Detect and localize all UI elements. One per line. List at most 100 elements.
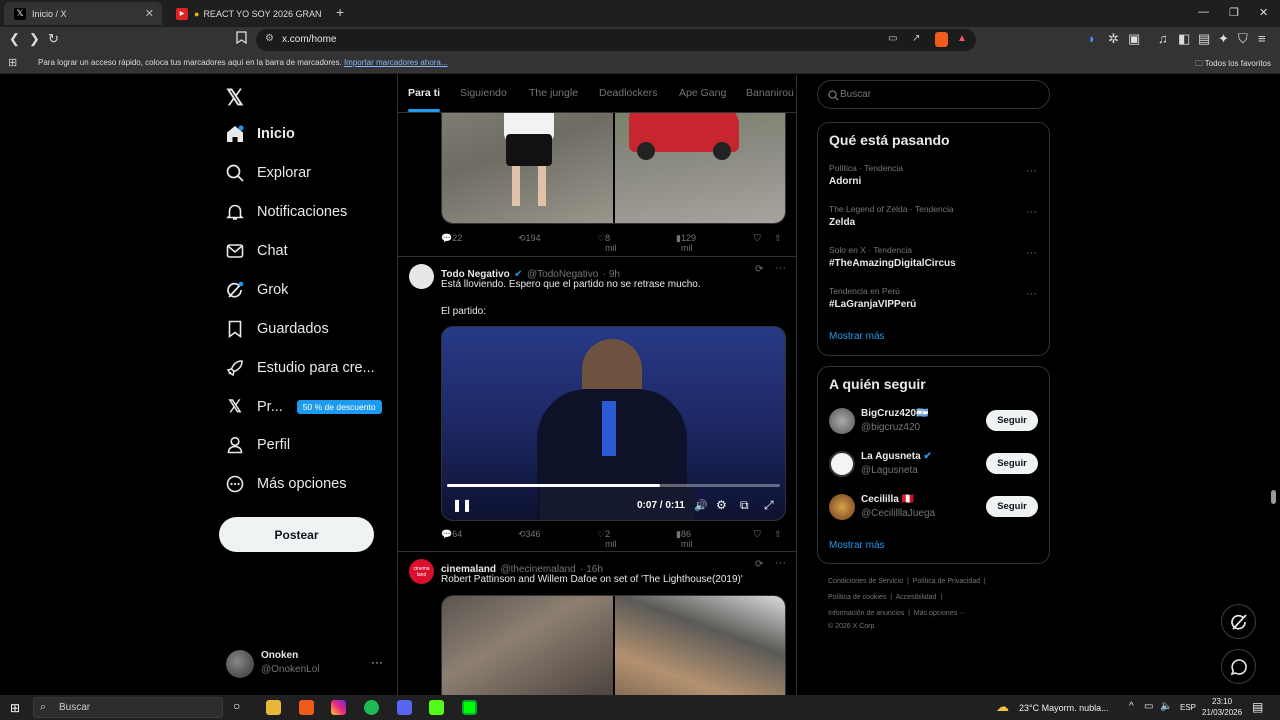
scrollbar-thumb[interactable] [1271, 490, 1276, 504]
repost-button[interactable]: ⟲ 194 [518, 233, 541, 244]
wallet-icon[interactable]: ▣ [1128, 31, 1140, 47]
reload-icon[interactable]: ↻ [48, 31, 59, 47]
brave-icon[interactable] [299, 700, 314, 715]
task-view-icon[interactable]: ○ [233, 699, 240, 713]
import-bookmarks-link[interactable]: Importar marcadores ahora... [344, 58, 448, 67]
share-icon[interactable]: ↗ [912, 33, 920, 44]
sidebar-item-premium[interactable]: 𝕏 Pr... 50 % de descuento [226, 392, 382, 422]
footer-link[interactable]: Condiciones de Servicio [828, 578, 903, 585]
weather-text[interactable]: 23°C Mayorm. nubla... [1019, 703, 1109, 713]
show-more-link[interactable]: Mostrar más [829, 331, 885, 342]
fullscreen-icon[interactable]: ⤢ [764, 498, 774, 513]
sidebar-item-explorar[interactable]: Explorar [226, 158, 311, 188]
show-more-link[interactable]: Mostrar más [829, 540, 885, 551]
footer-link[interactable]: Más opciones ··· [914, 610, 966, 617]
settings-icon[interactable]: ⚙ [716, 498, 727, 512]
like-button[interactable]: ♡ 2 mil [597, 529, 617, 549]
grok-icon[interactable]: ⟳ [755, 559, 763, 570]
sidebar-item-grok[interactable]: Grok [226, 275, 288, 305]
search-input[interactable]: Buscar [817, 80, 1050, 109]
tab-bananirou[interactable]: Bananirou [746, 87, 796, 99]
repost-button[interactable]: ⟲ 346 [518, 529, 541, 540]
more-icon[interactable]: ··· [1026, 206, 1037, 218]
sidebar-item-notificaciones[interactable]: Notificaciones [226, 197, 347, 227]
tab-deadlockers[interactable]: Deadlockers [599, 87, 657, 99]
taskbar-search[interactable]: ⌕ Buscar [33, 697, 223, 718]
reply-button[interactable]: 💬 64 [441, 529, 462, 540]
share-icon[interactable]: ⇧ [774, 233, 782, 244]
network-icon[interactable]: ▭ [1144, 701, 1153, 712]
all-favorites[interactable]: 🗀 Todos los favoritos [1195, 58, 1271, 72]
like-button[interactable]: ♡ 8 mil [597, 233, 617, 253]
speaker-icon[interactable]: 🔈 [1160, 701, 1172, 712]
messages-float-button[interactable] [1221, 649, 1256, 684]
brave-news-icon[interactable]: ◗ [1088, 31, 1096, 46]
kick-icon[interactable] [429, 700, 444, 715]
tab-para-ti[interactable]: Para ti [408, 87, 440, 99]
pause-icon[interactable]: ❚❚ [452, 498, 472, 512]
restore-icon[interactable]: ❐ [1229, 6, 1239, 19]
tab-the-jungle[interactable]: The jungle [529, 87, 578, 99]
reply-button[interactable]: 💬 22 [441, 233, 462, 244]
back-icon[interactable]: ❮ [9, 31, 20, 47]
site-info-icon[interactable]: ⚙ [265, 33, 274, 44]
tab-siguiendo[interactable]: Siguiendo [460, 87, 507, 99]
clock-date[interactable]: 21/03/2026 [1202, 708, 1242, 717]
footer-link[interactable]: Política de Privacidad [913, 578, 980, 585]
sidebar-item-mas-opciones[interactable]: Más opciones [226, 469, 346, 499]
more-icon[interactable]: ··· [1026, 247, 1037, 259]
views-button[interactable]: ▮ 86 mil [676, 529, 692, 549]
tab-x-home[interactable]: 𝕏 Inicio / X ✕ [4, 2, 162, 25]
tweet-image[interactable] [615, 596, 785, 695]
more-icon[interactable]: ··· [1026, 165, 1037, 177]
pip-icon[interactable]: ⧉ [740, 498, 749, 513]
discord-icon[interactable] [397, 700, 412, 715]
tab-ape-gang[interactable]: Ape Gang [679, 87, 726, 99]
avatar[interactable] [829, 408, 855, 434]
close-window-icon[interactable]: ✕ [1259, 6, 1268, 19]
vpn-icon[interactable]: ▤ [1198, 31, 1210, 47]
video-progress-track[interactable] [447, 484, 780, 487]
avatar[interactable] [829, 494, 855, 520]
tweet-image[interactable] [442, 596, 613, 695]
forward-icon[interactable]: ❯ [29, 31, 40, 47]
language-indicator[interactable]: ESP [1180, 703, 1196, 712]
brave-rewards-icon[interactable]: ▲ [957, 33, 967, 44]
windows-start-icon[interactable]: ⊞ [10, 701, 20, 715]
notification-icon[interactable]: ▤ [1252, 700, 1263, 714]
footer-link[interactable]: Información de anuncios [828, 610, 904, 617]
follow-button[interactable]: Seguir [986, 496, 1038, 517]
tweet-media-grid[interactable] [441, 595, 786, 695]
follow-button[interactable]: Seguir [986, 410, 1038, 431]
video-player[interactable]: ❚❚ 0:07 / 0:11 🔊 ⚙ ⧉ ⤢ [441, 326, 786, 521]
bookmark-page-icon[interactable] [236, 31, 247, 47]
sidebar-item-guardados[interactable]: Guardados [226, 314, 329, 344]
avatar[interactable] [409, 264, 434, 289]
leo-ai-icon[interactable]: ✦ [1218, 31, 1229, 47]
extensions-icon[interactable]: ✲ [1108, 31, 1119, 47]
media-icon[interactable]: ♫ [1158, 31, 1168, 46]
shield-icon[interactable]: ⛉ [1238, 31, 1248, 47]
avatar[interactable]: cinema land [409, 559, 434, 584]
follow-button[interactable]: Seguir [986, 453, 1038, 474]
brave-shield-icon[interactable] [935, 32, 948, 47]
streaming-app-icon[interactable] [462, 700, 477, 715]
grok-icon[interactable]: ⟳ [755, 264, 763, 275]
menu-icon[interactable]: ≡ [1258, 31, 1266, 46]
address-bar[interactable]: ⚙ x.com/home ▭ ↗ ▲ [256, 29, 976, 51]
sidebar-toggle-icon[interactable]: ◧ [1178, 31, 1190, 47]
close-tab-icon[interactable]: ✕ [145, 7, 154, 20]
cast-icon[interactable]: ▭ [888, 33, 897, 44]
avatar[interactable] [829, 451, 855, 477]
sidebar-item-estudio[interactable]: Estudio para cre... [226, 353, 375, 383]
spotify-icon[interactable] [364, 700, 379, 715]
post-button[interactable]: Postear [219, 517, 374, 552]
sidebar-item-chat[interactable]: Chat [226, 236, 288, 266]
more-icon[interactable]: ··· [1026, 288, 1037, 300]
sidebar-item-perfil[interactable]: Perfil [226, 430, 290, 460]
apps-grid-icon[interactable]: ⊞ [8, 56, 17, 69]
footer-link[interactable]: Accesibilidad [896, 594, 937, 601]
clock-time[interactable]: 23:10 [1212, 697, 1232, 706]
new-tab-button[interactable]: + [336, 4, 344, 20]
bookmark-icon[interactable]: ⛉ [754, 233, 761, 244]
